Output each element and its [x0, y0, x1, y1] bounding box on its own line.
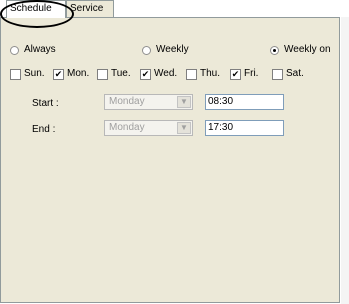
fri-checkbox[interactable] [230, 69, 241, 80]
start-day-select[interactable]: Monday ▼ [104, 94, 193, 110]
tab-schedule-label: Schedule [10, 3, 52, 14]
mon-checkbox[interactable] [53, 69, 64, 80]
sat-label: Sat. [286, 68, 304, 79]
tab-service-label: Service [70, 3, 104, 14]
thu-checkbox[interactable] [186, 69, 197, 80]
tue-label: Tue. [111, 68, 131, 79]
end-time-value: 17:30 [208, 122, 234, 133]
sun-label: Sun. [24, 68, 45, 79]
scrollbar[interactable] [341, 17, 349, 304]
end-time-input[interactable]: 17:30 [205, 120, 284, 136]
end-day-value: Monday [109, 122, 145, 133]
always-radio[interactable] [10, 46, 19, 55]
thu-label: Thu. [200, 68, 221, 79]
tab-schedule[interactable]: Schedule [6, 0, 66, 18]
weekly-radio[interactable] [142, 46, 151, 55]
end-label: End : [32, 124, 56, 135]
weekly-on-radio[interactable] [270, 46, 279, 55]
weekly-on-label: Weekly on [284, 44, 331, 55]
tue-checkbox[interactable] [97, 69, 108, 80]
chevron-down-icon[interactable]: ▼ [177, 122, 191, 134]
wed-label: Wed. [154, 68, 178, 79]
tab-service[interactable]: Service [66, 0, 114, 17]
wed-checkbox[interactable] [140, 69, 151, 80]
start-label: Start : [32, 98, 59, 109]
always-label: Always [24, 44, 56, 55]
sat-checkbox[interactable] [272, 69, 283, 80]
fri-label: Fri. [244, 68, 259, 79]
weekly-label: Weekly [156, 44, 189, 55]
start-time-value: 08:30 [208, 96, 234, 107]
sun-checkbox[interactable] [10, 69, 21, 80]
start-day-value: Monday [109, 96, 145, 107]
chevron-down-icon[interactable]: ▼ [177, 96, 191, 108]
end-day-select[interactable]: Monday ▼ [104, 120, 193, 136]
schedule-panel [0, 17, 340, 303]
mon-label: Mon. [67, 68, 90, 79]
start-time-input[interactable]: 08:30 [205, 94, 284, 110]
